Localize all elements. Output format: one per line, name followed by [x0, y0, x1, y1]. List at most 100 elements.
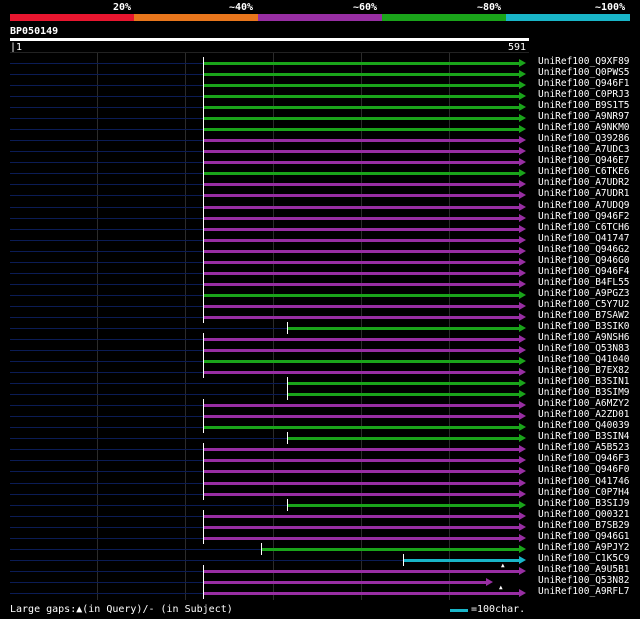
hit-label-link[interactable]: UniRef100_A2ZD01	[538, 409, 630, 420]
hit-label-link[interactable]: UniRef100_Q946F3	[538, 453, 630, 464]
alignment-bar[interactable]	[288, 382, 519, 386]
hit-label-link[interactable]: UniRef100_Q41040	[538, 354, 630, 365]
alignment-bar[interactable]	[204, 536, 519, 540]
hit-label-link[interactable]: UniRef100_C5Y7U2	[538, 299, 630, 310]
alignment-bar[interactable]	[204, 338, 519, 341]
hit-label-link[interactable]: UniRef100_B3SIM9	[538, 387, 630, 398]
hit-label-link[interactable]: UniRef100_A9NKM0	[538, 122, 630, 133]
alignment-bar[interactable]	[204, 315, 519, 319]
alignment-bar[interactable]	[204, 569, 519, 573]
alignment-bar[interactable]	[288, 437, 519, 441]
hit-label-link[interactable]: UniRef100_Q946F2	[538, 211, 630, 222]
hit-label-link[interactable]: UniRef100_B3SIN1	[538, 376, 630, 387]
hit-label-link[interactable]: UniRef100_Q39286	[538, 133, 630, 144]
alignment-bar[interactable]	[204, 492, 519, 496]
hit-label-link[interactable]: UniRef100_A9NR97	[538, 111, 630, 122]
alignment-bar[interactable]	[204, 426, 519, 430]
alignment-bar[interactable]	[204, 227, 519, 231]
hit-label-link[interactable]: UniRef100_C0PRJ3	[538, 89, 630, 100]
alignment-bar[interactable]	[204, 591, 519, 595]
hit-label-link[interactable]: UniRef100_C6TCH6	[538, 222, 630, 233]
alignment-bar[interactable]	[204, 470, 519, 474]
alignment-bar[interactable]	[204, 580, 486, 584]
alignment-bar[interactable]	[204, 514, 519, 518]
hit-label-link[interactable]: UniRef100_Q53N83	[538, 343, 630, 354]
hit-label-link[interactable]: UniRef100_B3SIK0	[538, 321, 630, 332]
alignment-end-arrow-icon	[519, 158, 526, 167]
alignment-bar[interactable]	[204, 293, 519, 297]
alignment-bar[interactable]	[204, 282, 519, 286]
hit-label-link[interactable]: UniRef100_B9S1T5	[538, 100, 630, 111]
hit-label-link[interactable]: UniRef100_B4FL55	[538, 277, 630, 288]
alignment-bar[interactable]	[204, 128, 519, 132]
alignment-bar[interactable]	[204, 448, 519, 452]
alignment-bar[interactable]	[204, 459, 519, 463]
alignment-bar[interactable]	[288, 393, 519, 397]
hit-label-link[interactable]: UniRef100_Q00321	[538, 509, 630, 520]
alignment-bar[interactable]	[204, 106, 519, 110]
hit-label-link[interactable]: UniRef100_A9U5B1	[538, 564, 630, 575]
alignment-bar[interactable]	[204, 525, 519, 529]
hit-label-link[interactable]: UniRef100_Q946G1	[538, 531, 630, 542]
hit-label-link[interactable]: UniRef100_A7UDC3	[538, 144, 630, 155]
unaligned-region	[10, 74, 203, 76]
hit-label-link[interactable]: UniRef100_Q41746	[538, 476, 630, 487]
alignment-bar[interactable]	[204, 150, 519, 154]
alignment-bar[interactable]	[204, 62, 519, 65]
alignment-bar[interactable]	[204, 194, 519, 198]
hit-label-link[interactable]: UniRef100_Q946G2	[538, 244, 630, 255]
alignment-bar[interactable]	[262, 547, 519, 551]
hit-label-link[interactable]: UniRef100_Q53N82	[538, 575, 630, 586]
hit-label-link[interactable]: UniRef100_A7UDR2	[538, 177, 630, 188]
alignment-bar[interactable]	[204, 216, 519, 220]
alignment-bar[interactable]	[204, 360, 519, 364]
query-gap-marker-icon: ▲	[501, 561, 505, 569]
alignment-bar[interactable]	[204, 481, 519, 485]
hit-label-link[interactable]: UniRef100_Q41747	[538, 233, 630, 244]
hit-label-link[interactable]: UniRef100_Q40039	[538, 420, 630, 431]
hit-label-link[interactable]: UniRef100_B7SB29	[538, 520, 630, 531]
alignment-bar[interactable]	[288, 503, 519, 507]
hit-label-link[interactable]: UniRef100_B3SIJ9	[538, 498, 630, 509]
hit-label-link[interactable]: UniRef100_Q946E7	[538, 155, 630, 166]
alignment-bar[interactable]	[204, 139, 519, 143]
alignment-bar[interactable]	[288, 326, 519, 330]
alignment-bar[interactable]	[204, 205, 519, 209]
hit-label-link[interactable]: UniRef100_A9NSH6	[538, 332, 630, 343]
hit-label-link[interactable]: UniRef100_A9PGZ3	[538, 288, 630, 299]
alignment-bar[interactable]	[204, 404, 519, 408]
alignment-bar[interactable]	[204, 249, 519, 253]
hit-label-link[interactable]: UniRef100_A7UDR1	[538, 188, 630, 199]
hit-label-link[interactable]: UniRef100_C0P7H4	[538, 487, 630, 498]
alignment-bar[interactable]	[204, 271, 519, 275]
alignment-bar[interactable]	[204, 95, 519, 99]
alignment-bar[interactable]	[204, 84, 519, 88]
hit-label-link[interactable]: UniRef100_C1K5C9	[538, 553, 630, 564]
hit-label-link[interactable]: UniRef100_Q946F0	[538, 464, 630, 475]
hit-label-link[interactable]: UniRef100_Q946F1	[538, 78, 630, 89]
hit-label-link[interactable]: UniRef100_C6TKE6	[538, 166, 630, 177]
hit-label-link[interactable]: UniRef100_B7SAW2	[538, 310, 630, 321]
alignment-bar[interactable]	[204, 172, 519, 176]
hit-label-link[interactable]: UniRef100_B3SIN4	[538, 431, 630, 442]
hit-label-link[interactable]: UniRef100_A9PJY2	[538, 542, 630, 553]
alignment-bar[interactable]	[204, 183, 519, 187]
alignment-bar[interactable]	[204, 415, 519, 419]
alignment-bar[interactable]	[204, 349, 519, 353]
hit-label-link[interactable]: UniRef100_A9RFL7	[538, 586, 630, 597]
alignment-bar[interactable]	[204, 117, 519, 121]
hit-label-link[interactable]: UniRef100_Q9XF89	[538, 56, 630, 67]
alignment-bar[interactable]	[204, 371, 519, 375]
hit-label-link[interactable]: UniRef100_Q946F4	[538, 266, 630, 277]
alignment-bar[interactable]	[204, 260, 519, 264]
hit-label-link[interactable]: UniRef100_Q0PWS5	[538, 67, 630, 78]
alignment-bar[interactable]	[204, 304, 519, 308]
alignment-bar[interactable]	[204, 73, 519, 77]
hit-label-link[interactable]: UniRef100_A6MZY2	[538, 398, 630, 409]
alignment-bar[interactable]	[204, 161, 519, 165]
hit-label-link[interactable]: UniRef100_A5B523	[538, 442, 630, 453]
hit-label-link[interactable]: UniRef100_Q946G0	[538, 255, 630, 266]
hit-label-link[interactable]: UniRef100_B7EX82	[538, 365, 630, 376]
alignment-bar[interactable]	[204, 238, 519, 242]
hit-label-link[interactable]: UniRef100_A7UDQ9	[538, 200, 630, 211]
